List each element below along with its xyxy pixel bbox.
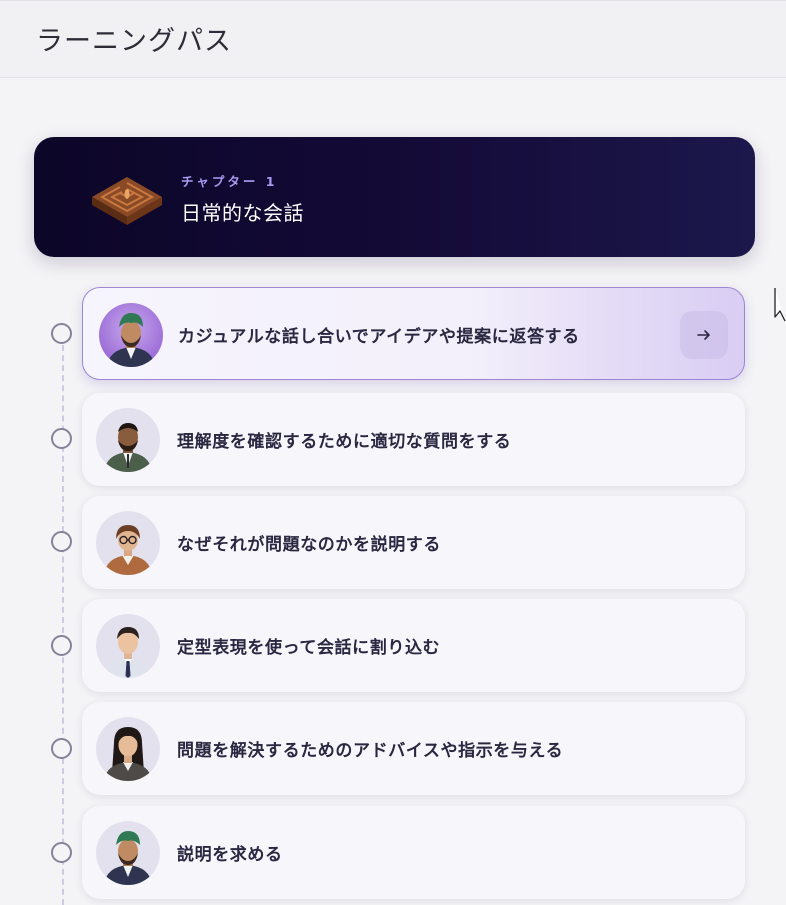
- lesson-title: 理解度を確認するために適切な質問をする: [177, 432, 512, 452]
- lesson-title: なぜそれが問題なのかを説明する: [177, 535, 441, 555]
- lesson-title: 説明を求める: [177, 845, 283, 865]
- man-turban-avatar: [99, 303, 163, 367]
- chapter-banner: チャプター 1 日常的な会話: [34, 137, 755, 257]
- lesson-status-circle: [51, 842, 72, 863]
- woman-longhair-avatar: [96, 717, 160, 781]
- lesson-title: カジュアルな話し合いでアイデアや提案に返答する: [178, 327, 580, 347]
- lesson-item-6[interactable]: 説明を求める: [82, 806, 745, 899]
- lesson-status-circle: [51, 531, 72, 552]
- lesson-status-circle: [51, 428, 72, 449]
- lesson-item-3[interactable]: なぜそれが問題なのかを説明する: [82, 496, 745, 589]
- lesson-title: 問題を解決するためのアドバイスや指示を与える: [177, 741, 564, 761]
- lesson-status-circle: [51, 635, 72, 656]
- maze-icon: [92, 177, 162, 225]
- lesson-item-4[interactable]: 定型表現を使って会話に割り込む: [82, 599, 745, 692]
- mouse-pointer-icon: [774, 288, 786, 322]
- chapter-label: チャプター 1: [181, 174, 278, 189]
- woman-glasses-avatar: [96, 511, 160, 575]
- page-title: ラーニングパス: [36, 26, 232, 57]
- man-beard-avatar: [96, 408, 160, 472]
- lesson-status-circle: [51, 323, 72, 344]
- lesson-title: 定型表現を使って会話に割り込む: [177, 638, 441, 658]
- page-header: ラーニングパス: [0, 0, 786, 78]
- start-lesson-button[interactable]: [680, 311, 728, 359]
- lesson-status-circle: [51, 738, 72, 759]
- chapter-title: 日常的な会話: [181, 201, 304, 225]
- man-tie-avatar: [96, 614, 160, 678]
- lesson-item-2[interactable]: 理解度を確認するために適切な質問をする: [82, 393, 745, 486]
- man-turban-avatar: [96, 821, 160, 885]
- arrow-right-icon: [697, 330, 710, 340]
- lesson-item-5[interactable]: 問題を解決するためのアドバイスや指示を与える: [82, 702, 745, 795]
- lesson-item-1[interactable]: カジュアルな話し合いでアイデアや提案に返答する: [82, 287, 745, 380]
